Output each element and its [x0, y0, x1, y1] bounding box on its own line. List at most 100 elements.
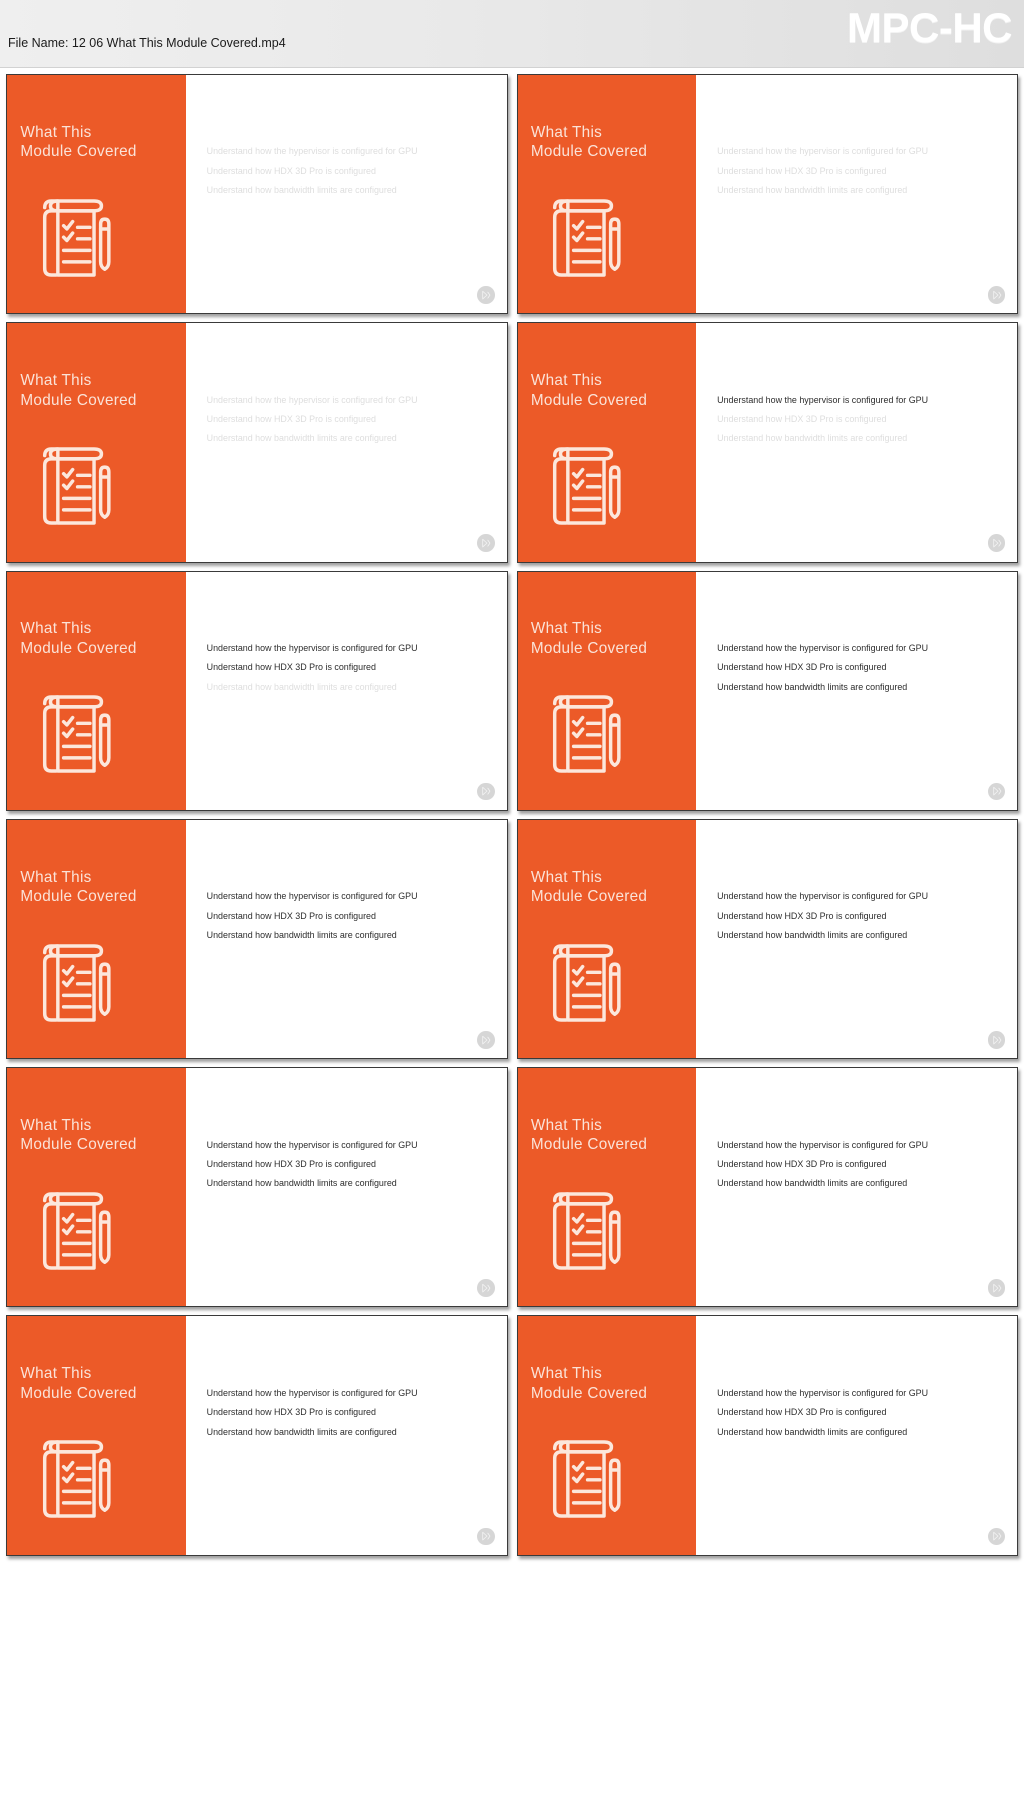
- slide-bullet: Understand how bandwidth limits are conf…: [206, 185, 397, 196]
- slide-accent-panel: What This Module Covered: [517, 1316, 697, 1555]
- play-next-icon: [987, 1030, 1006, 1049]
- checklist-pen-icon: [544, 180, 626, 294]
- slide-title: What This Module Covered: [20, 1365, 137, 1402]
- slide-bullet: Understand how bandwidth limits are conf…: [206, 930, 397, 941]
- slide-title: What This Module Covered: [530, 1116, 648, 1154]
- slide-accent-panel: What This Module Covered: [7, 323, 186, 562]
- slide-bullet: Understand how the hypervisor is configu…: [717, 146, 929, 157]
- slide-bullet: Understand how HDX 3D Pro is configured: [206, 1158, 376, 1169]
- slide-accent-panel: What This Module Covered: [517, 819, 697, 1059]
- play-next-icon: [477, 286, 495, 304]
- file-name-text: File Name: 12 06 What This Module Covere…: [8, 36, 286, 51]
- video-thumbnail-5[interactable]: What This Module Covered Understand how …: [6, 570, 508, 811]
- slide-bullet: Understand how bandwidth limits are conf…: [717, 185, 908, 196]
- slide-accent-panel: What This Module Covered: [517, 323, 697, 562]
- slide-bullet: Understand how HDX 3D Pro is configured: [717, 165, 887, 176]
- video-thumbnail-1[interactable]: What This Module Covered Understand how …: [6, 74, 508, 315]
- play-next-icon: [477, 782, 495, 801]
- slide-content-panel: Understand how the hypervisor is configu…: [185, 323, 507, 562]
- slide-bullet: Understand how HDX 3D Pro is configured: [717, 1158, 887, 1169]
- slide-title: What This Module Covered: [530, 123, 648, 161]
- slide-bullet-list: Understand how the hypervisor is configu…: [717, 1140, 1001, 1190]
- video-thumbnail-4[interactable]: What This Module Covered Understand how …: [516, 322, 1018, 563]
- slide-bullet: Understand how the hypervisor is configu…: [717, 643, 929, 654]
- slide-accent-panel: What This Module Covered: [7, 1316, 186, 1555]
- slide-bullet: Understand how the hypervisor is configu…: [206, 394, 418, 405]
- play-next-icon: [987, 534, 1006, 553]
- checklist-pen-icon: [544, 1173, 626, 1287]
- slide-title: What This Module Covered: [530, 1365, 648, 1402]
- checklist-pen-icon: [544, 1421, 626, 1535]
- slide-bullet-list: Understand how the hypervisor is configu…: [207, 891, 491, 941]
- video-thumbnail-3[interactable]: What This Module Covered Understand how …: [6, 322, 508, 563]
- slide-title: What This Module Covered: [20, 868, 137, 906]
- slide-bullet-list: Understand how the hypervisor is configu…: [717, 643, 1001, 693]
- play-next-icon: [477, 534, 495, 553]
- slide-title: What This Module Covered: [20, 371, 137, 409]
- slide-accent-panel: What This Module Covered: [7, 571, 186, 810]
- slide-content-panel: Understand how the hypervisor is configu…: [185, 1316, 507, 1555]
- slide-content-panel: Understand how the hypervisor is configu…: [185, 75, 507, 314]
- slide-title: What This Module Covered: [20, 123, 137, 161]
- play-next-icon: [987, 286, 1006, 304]
- video-thumbnail-9[interactable]: What This Module Covered Understand how …: [6, 1067, 508, 1308]
- slide-accent-panel: What This Module Covered: [7, 75, 186, 314]
- slide-bullet: Understand how the hypervisor is configu…: [717, 1139, 929, 1150]
- slide-title: What This Module Covered: [20, 1116, 137, 1154]
- slide-bullet: Understand how HDX 3D Pro is configured: [206, 165, 376, 176]
- checklist-pen-icon: [34, 1421, 116, 1535]
- video-thumbnail-11[interactable]: What This Module Covered Understand how …: [6, 1315, 508, 1556]
- media-info-header: File Name: 12 06 What This Module Covere…: [0, 0, 1024, 182]
- checklist-pen-icon: [34, 676, 116, 790]
- slide-bullet: Understand how the hypervisor is configu…: [206, 1387, 418, 1398]
- slide-bullet: Understand how bandwidth limits are conf…: [717, 1178, 908, 1189]
- play-next-icon: [987, 1279, 1006, 1297]
- slide-bullet: Understand how bandwidth limits are conf…: [206, 433, 397, 444]
- slide-bullet: Understand how the hypervisor is configu…: [717, 1387, 929, 1398]
- video-thumbnail-10[interactable]: What This Module Covered Understand how …: [516, 1067, 1018, 1308]
- slide-bullet: Understand how HDX 3D Pro is configured: [717, 414, 887, 425]
- slide-title: What This Module Covered: [530, 868, 648, 906]
- slide-bullet: Understand how the hypervisor is configu…: [206, 146, 418, 157]
- slide-bullet: Understand how bandwidth limits are conf…: [206, 1178, 397, 1189]
- video-thumbnail-8[interactable]: What This Module Covered Understand how …: [516, 818, 1018, 1060]
- slide-content-panel: Understand how the hypervisor is configu…: [696, 1316, 1017, 1555]
- slide-content-panel: Understand how the hypervisor is configu…: [696, 571, 1017, 810]
- slide-bullet: Understand how bandwidth limits are conf…: [717, 930, 908, 941]
- slide-bullet: Understand how bandwidth limits are conf…: [717, 1426, 908, 1437]
- checklist-pen-icon: [544, 925, 626, 1039]
- video-thumbnail-2[interactable]: What This Module Covered Understand how …: [516, 74, 1018, 315]
- slide-bullet: Understand how HDX 3D Pro is configured: [717, 910, 887, 921]
- slide-accent-panel: What This Module Covered: [517, 571, 697, 810]
- video-thumbnail-7[interactable]: What This Module Covered Understand how …: [6, 818, 508, 1060]
- slide-title: What This Module Covered: [530, 620, 648, 657]
- slide-title: What This Module Covered: [20, 620, 137, 657]
- slide-bullet: Understand how HDX 3D Pro is configured: [206, 662, 376, 673]
- slide-bullet-list: Understand how the hypervisor is configu…: [207, 146, 491, 196]
- slide-bullet: Understand how HDX 3D Pro is configured: [717, 1407, 887, 1418]
- slide-bullet: Understand how bandwidth limits are conf…: [717, 433, 908, 444]
- slide-bullet: Understand how HDX 3D Pro is configured: [206, 910, 376, 921]
- checklist-pen-icon: [34, 925, 116, 1039]
- slide-bullet: Understand how bandwidth limits are conf…: [206, 1426, 397, 1437]
- checklist-pen-icon: [34, 1173, 116, 1287]
- slide-content-panel: Understand how the hypervisor is configu…: [696, 75, 1017, 314]
- checklist-pen-icon: [544, 428, 626, 542]
- slide-content-panel: Understand how the hypervisor is configu…: [696, 819, 1017, 1059]
- video-thumbnail-12[interactable]: What This Module Covered Understand how …: [516, 1315, 1018, 1556]
- slide-bullet: Understand how the hypervisor is configu…: [206, 891, 418, 902]
- slide-bullet-list: Understand how the hypervisor is configu…: [207, 1388, 491, 1438]
- slide-accent-panel: What This Module Covered: [7, 819, 186, 1059]
- thumbnail-sheet: What This Module Covered Understand how …: [0, 68, 1024, 1556]
- slide-content-panel: Understand how the hypervisor is configu…: [185, 1068, 507, 1307]
- slide-bullet: Understand how HDX 3D Pro is configured: [206, 1407, 376, 1418]
- slide-bullet-list: Understand how the hypervisor is configu…: [717, 891, 1001, 941]
- thumbnail-grid: What This Module Covered Understand how …: [6, 74, 1018, 1556]
- checklist-pen-icon: [34, 428, 116, 542]
- slide-bullet: Understand how the hypervisor is configu…: [717, 891, 929, 902]
- slide-accent-panel: What This Module Covered: [7, 1068, 186, 1307]
- slide-bullet: Understand how the hypervisor is configu…: [206, 643, 418, 654]
- slide-bullet-list: Understand how the hypervisor is configu…: [207, 643, 491, 693]
- video-thumbnail-6[interactable]: What This Module Covered Understand how …: [516, 570, 1018, 811]
- slide-title: What This Module Covered: [530, 371, 648, 409]
